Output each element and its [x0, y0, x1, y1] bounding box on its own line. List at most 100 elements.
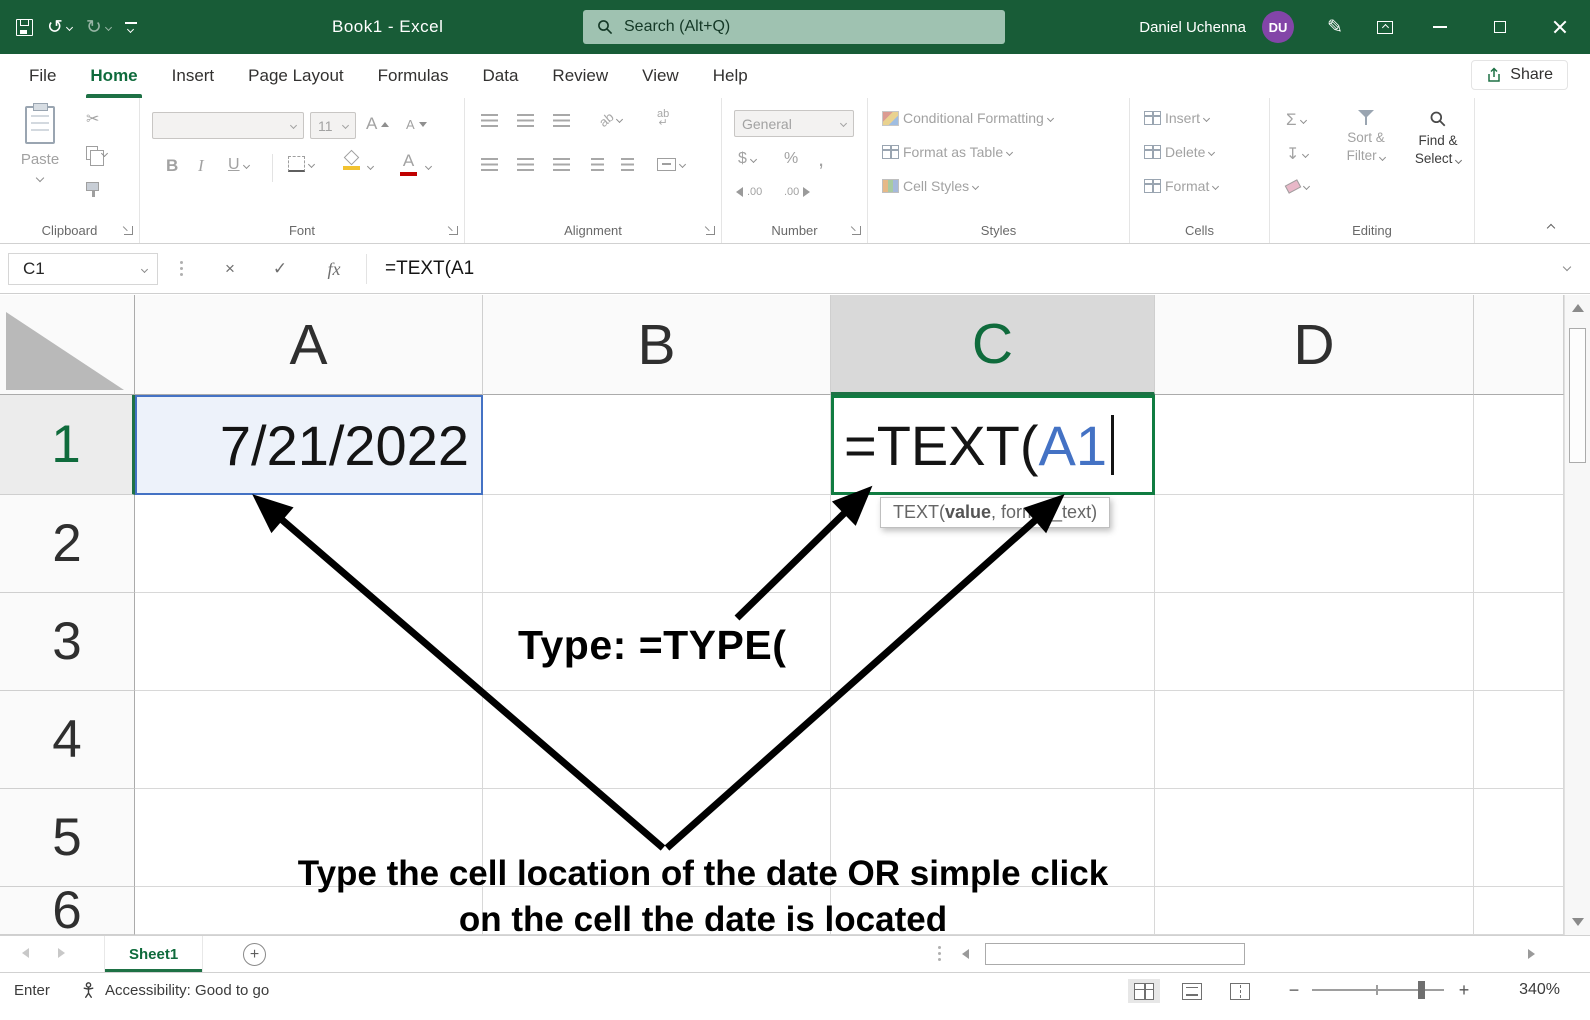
top-align-button[interactable]: [481, 114, 498, 127]
cell-E3[interactable]: [1474, 593, 1564, 691]
hscroll-left-button[interactable]: [962, 949, 969, 959]
format-painter-button[interactable]: [86, 182, 99, 191]
name-box[interactable]: C1: [8, 253, 158, 285]
alignment-dialog-launcher[interactable]: [705, 225, 715, 235]
accessibility-status[interactable]: Accessibility: Good to go: [80, 973, 269, 1007]
column-header-B[interactable]: B: [483, 295, 831, 395]
borders-button[interactable]: [288, 156, 314, 172]
ribbon-display-options-button[interactable]: [1360, 0, 1410, 54]
page-layout-view-button[interactable]: [1176, 979, 1208, 1003]
vertical-scrollbar[interactable]: [1564, 295, 1590, 935]
formula-bar-handle[interactable]: [180, 261, 183, 264]
clear-button[interactable]: [1286, 182, 1309, 191]
hscroll-right-button[interactable]: [1528, 949, 1535, 959]
font-dialog-launcher[interactable]: [448, 225, 458, 235]
comma-style-button[interactable]: ,: [818, 146, 824, 172]
zoom-slider-thumb[interactable]: [1418, 981, 1425, 999]
tab-home[interactable]: Home: [73, 54, 154, 98]
clipboard-dialog-launcher[interactable]: [123, 225, 133, 235]
tab-data[interactable]: Data: [466, 54, 536, 98]
bottom-align-button[interactable]: [553, 114, 570, 127]
cell-styles-button[interactable]: Cell Styles: [882, 178, 978, 194]
cell-D3[interactable]: [1155, 593, 1474, 691]
cell-A1[interactable]: 7/21/2022: [135, 395, 483, 495]
close-button[interactable]: [1530, 0, 1590, 54]
cell-D2[interactable]: [1155, 495, 1474, 593]
column-header-C[interactable]: C: [831, 295, 1155, 395]
sort-filter-button[interactable]: Sort &Filter: [1330, 110, 1402, 165]
normal-view-button[interactable]: [1128, 979, 1160, 1003]
cell-C3[interactable]: [831, 593, 1155, 691]
cell-A3[interactable]: [135, 593, 483, 691]
row-header-4[interactable]: 4: [0, 691, 135, 789]
page-break-view-button[interactable]: [1224, 979, 1256, 1003]
cut-button[interactable]: ✂: [86, 112, 99, 128]
cell-E1[interactable]: [1474, 395, 1564, 495]
column-header-A[interactable]: A: [135, 295, 483, 395]
inking-button[interactable]: ✎: [1310, 0, 1360, 54]
user-name[interactable]: Daniel Uchenna: [1139, 19, 1246, 36]
format-cells-button[interactable]: Format: [1144, 178, 1218, 194]
customize-qat-button[interactable]: [125, 22, 137, 32]
cell-B4[interactable]: [483, 691, 831, 789]
redo-button[interactable]: ↻: [86, 18, 111, 37]
cell-B1[interactable]: [483, 395, 831, 495]
zoom-slider[interactable]: [1312, 989, 1444, 991]
cell-E4[interactable]: [1474, 691, 1564, 789]
align-left-button[interactable]: [481, 158, 498, 171]
previous-sheet-button[interactable]: [22, 948, 29, 958]
row-header-2[interactable]: 2: [0, 495, 135, 593]
merge-center-button[interactable]: [657, 158, 685, 171]
tab-review[interactable]: Review: [535, 54, 625, 98]
tab-formulas[interactable]: Formulas: [361, 54, 466, 98]
cell-E2[interactable]: [1474, 495, 1564, 593]
search-box[interactable]: Search (Alt+Q): [583, 10, 1005, 44]
delete-cells-button[interactable]: Delete: [1144, 144, 1214, 160]
align-center-button[interactable]: [517, 158, 534, 171]
sheet-tab-sheet1[interactable]: Sheet1: [104, 936, 203, 972]
enter-button[interactable]: ✓: [262, 253, 298, 285]
paste-button[interactable]: Paste: [12, 106, 68, 218]
zoom-level[interactable]: 340%: [1519, 973, 1560, 1007]
minimize-button[interactable]: [1410, 0, 1470, 54]
cell-C1[interactable]: =TEXT(A1: [831, 395, 1155, 495]
font-size-select[interactable]: 11: [310, 112, 356, 139]
increase-indent-button[interactable]: [621, 158, 634, 171]
cell-E5[interactable]: [1474, 789, 1564, 887]
cell-C4[interactable]: [831, 691, 1155, 789]
format-as-table-button[interactable]: Format as Table: [882, 144, 1012, 160]
font-color-button[interactable]: A: [400, 152, 417, 176]
chevron-down-icon[interactable]: [367, 163, 374, 170]
cell-A4[interactable]: [135, 691, 483, 789]
insert-function-button[interactable]: fx: [316, 253, 352, 285]
italic-button[interactable]: I: [198, 156, 204, 176]
chevron-down-icon[interactable]: [425, 163, 432, 170]
tab-insert[interactable]: Insert: [155, 54, 232, 98]
orientation-button[interactable]: ab: [599, 112, 622, 127]
save-button[interactable]: [16, 19, 33, 36]
number-dialog-launcher[interactable]: [851, 225, 861, 235]
copy-button[interactable]: [86, 146, 107, 160]
percent-style-button[interactable]: %: [784, 150, 798, 168]
expand-formula-bar-chevron[interactable]: [1563, 263, 1571, 271]
maximize-button[interactable]: [1470, 0, 1530, 54]
row-header-5[interactable]: 5: [0, 789, 135, 887]
row-header-1[interactable]: 1: [0, 395, 135, 495]
scroll-up-button[interactable]: [1565, 295, 1590, 321]
zoom-in-button[interactable]: +: [1452, 973, 1476, 1007]
underline-button[interactable]: U: [228, 156, 249, 174]
tab-view[interactable]: View: [625, 54, 696, 98]
cancel-button[interactable]: ×: [212, 253, 248, 285]
tab-bar-resize-handle[interactable]: [938, 946, 941, 949]
new-sheet-button[interactable]: +: [243, 943, 266, 966]
decrease-indent-button[interactable]: [591, 158, 604, 171]
avatar[interactable]: DU: [1262, 11, 1294, 43]
conditional-formatting-button[interactable]: Conditional Formatting: [882, 110, 1053, 126]
collapse-ribbon-chevron[interactable]: [1547, 224, 1555, 232]
accounting-format-button[interactable]: $: [738, 150, 756, 168]
next-sheet-button[interactable]: [58, 948, 65, 958]
row-header-3[interactable]: 3: [0, 593, 135, 691]
shrink-font-button[interactable]: A: [406, 117, 427, 132]
zoom-out-button[interactable]: −: [1282, 973, 1306, 1007]
number-format-select[interactable]: General: [734, 110, 854, 137]
